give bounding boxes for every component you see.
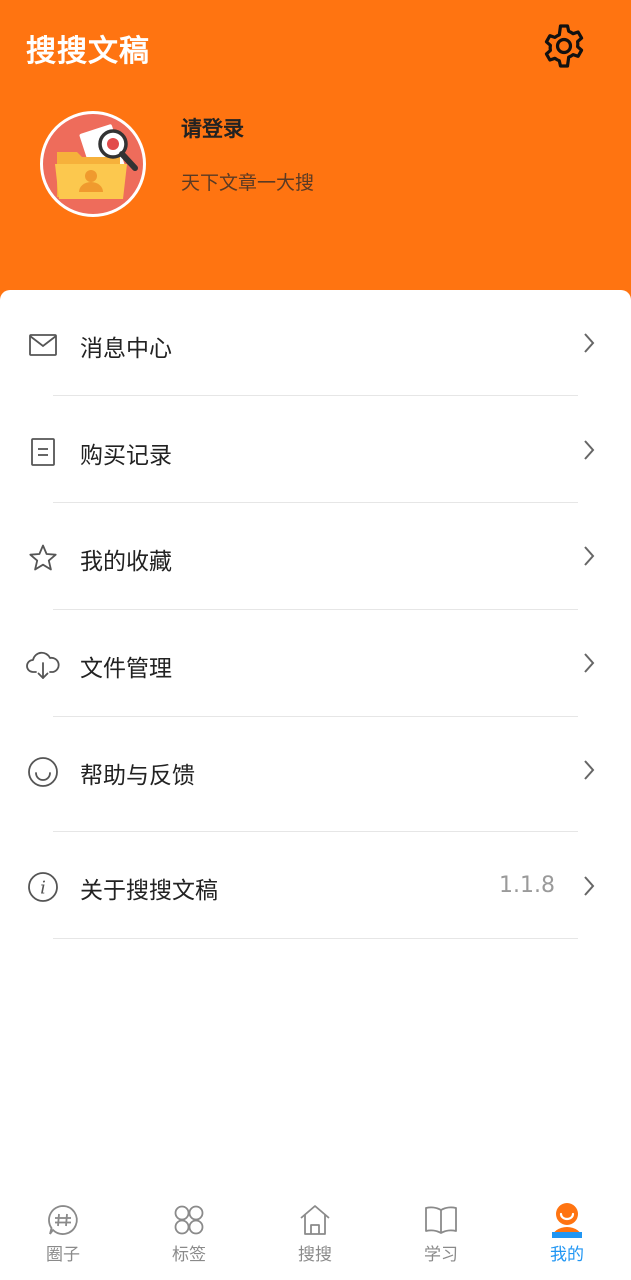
nav-label: 标签 <box>172 1245 206 1265</box>
menu-item-message-center[interactable]: 消息中心 <box>0 295 631 395</box>
menu-item-help-feedback[interactable]: 帮助与反馈 <box>0 722 631 822</box>
nav-label: 搜搜 <box>298 1245 332 1265</box>
info-icon: i <box>26 870 60 904</box>
profile-header: 搜搜文稿 请登录 天下文章一大搜 <box>0 0 631 310</box>
menu-card: 消息中心 购买记录 我的收藏 文件管理 帮助与反馈 i 关于搜搜文稿 1.1.8 <box>0 290 631 1190</box>
divider <box>53 609 578 610</box>
menu-item-file-management[interactable]: 文件管理 <box>0 615 631 715</box>
star-icon <box>26 541 60 575</box>
nav-item-study[interactable]: 学习 <box>378 1190 504 1280</box>
divider <box>53 395 578 396</box>
divider <box>53 831 578 832</box>
mail-icon <box>26 328 60 362</box>
nav-label: 学习 <box>424 1245 458 1265</box>
menu-item-label: 文件管理 <box>80 656 172 682</box>
menu-item-label: 我的收藏 <box>80 549 172 575</box>
receipt-icon <box>26 435 60 469</box>
folder-search-avatar-icon <box>55 124 138 199</box>
nav-item-circle[interactable]: 圈子 <box>0 1190 126 1280</box>
divider <box>53 938 578 939</box>
profile-page: 搜搜文稿 请登录 天下文章一大搜 消息中心 购买记录 我的收藏 文件管理 帮助与… <box>0 0 631 1280</box>
user-icon <box>549 1202 585 1238</box>
chevron-right-icon <box>584 440 595 460</box>
chevron-right-icon <box>584 876 595 896</box>
divider <box>53 502 578 503</box>
nav-item-tags[interactable]: 标签 <box>126 1190 252 1280</box>
chevron-right-icon <box>584 546 595 566</box>
menu-item-label: 关于搜搜文稿 <box>80 878 218 904</box>
gear-icon <box>544 24 584 68</box>
app-title: 搜搜文稿 <box>26 34 150 69</box>
settings-button[interactable] <box>538 20 590 72</box>
chevron-right-icon <box>584 653 595 673</box>
chevron-right-icon <box>584 760 595 780</box>
menu-item-label: 购买记录 <box>80 443 172 469</box>
menu-item-label: 消息中心 <box>80 336 172 362</box>
menu-item-purchase-history[interactable]: 购买记录 <box>0 402 631 502</box>
hashtag-chat-icon <box>45 1202 81 1238</box>
cloud-download-icon <box>26 648 60 682</box>
book-icon <box>423 1202 459 1238</box>
slogan-text: 天下文章一大搜 <box>181 172 315 194</box>
nav-label: 圈子 <box>46 1245 80 1265</box>
svg-text:i: i <box>40 878 46 899</box>
smile-icon <box>26 755 60 789</box>
menu-item-about[interactable]: i 关于搜搜文稿 1.1.8 <box>0 837 631 937</box>
nav-label: 我的 <box>550 1245 584 1265</box>
home-icon <box>297 1202 333 1238</box>
divider <box>53 716 578 717</box>
bottom-nav: 圈子 标签 搜搜 学习 我的 <box>0 1190 631 1280</box>
grid-petals-icon <box>171 1202 207 1238</box>
nav-item-search[interactable]: 搜搜 <box>252 1190 378 1280</box>
avatar[interactable] <box>40 111 146 217</box>
menu-item-favorites[interactable]: 我的收藏 <box>0 508 631 608</box>
app-version: 1.1.8 <box>499 873 555 898</box>
login-prompt[interactable]: 请登录 <box>181 113 244 143</box>
chevron-right-icon <box>584 333 595 353</box>
nav-item-mine[interactable]: 我的 <box>504 1190 630 1280</box>
menu-item-label: 帮助与反馈 <box>80 763 195 789</box>
